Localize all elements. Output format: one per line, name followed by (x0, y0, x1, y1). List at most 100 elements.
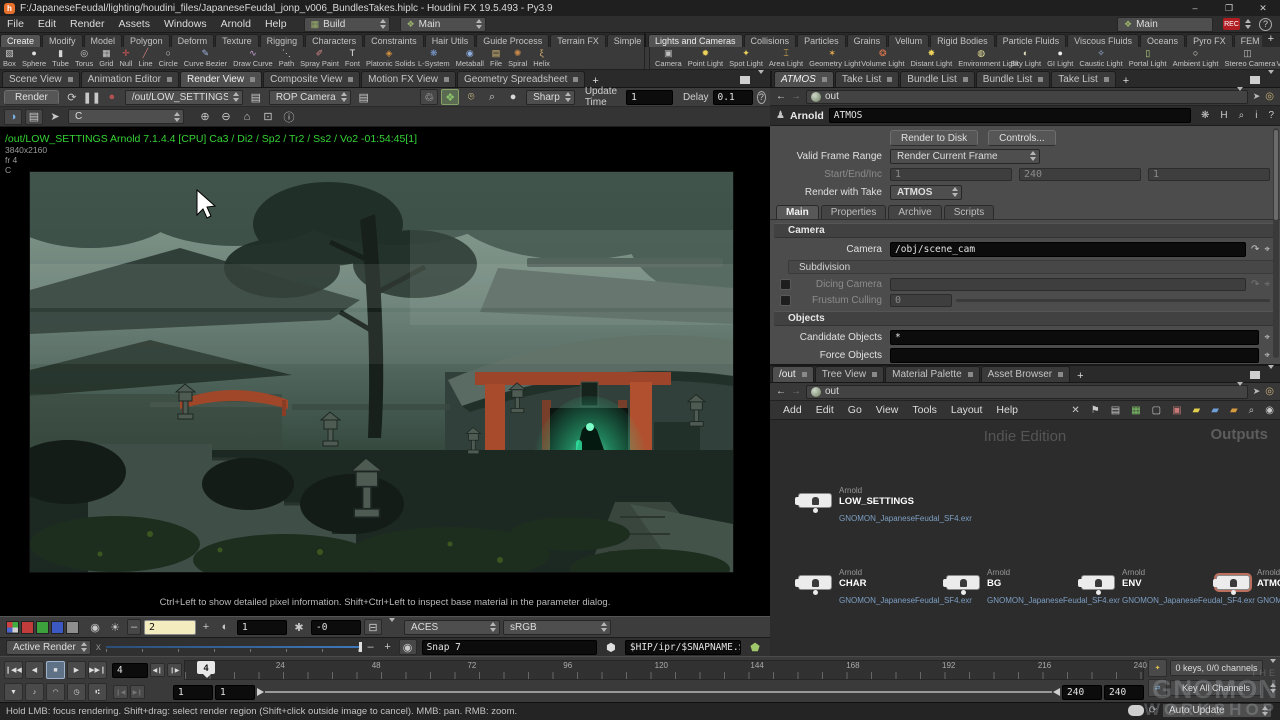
display-mode-icon[interactable]: ◑ (4, 109, 22, 125)
shelf-tab-modify[interactable]: Modify (42, 34, 83, 47)
tool-ambient-light[interactable]: ○ Ambient Light (1170, 47, 1222, 69)
candidate-objects-field[interactable]: * (890, 330, 1259, 345)
net-menu-help[interactable]: Help (989, 404, 1025, 416)
menu-arnold[interactable]: Arnold (214, 18, 258, 30)
shelf-tab-characters[interactable]: Characters (305, 34, 363, 47)
zoom-in-icon[interactable]: ⊕ (196, 109, 214, 125)
network-path-field[interactable]: out (806, 385, 1248, 399)
menu-windows[interactable]: Windows (157, 18, 214, 30)
right-pane-add-tab-button[interactable]: + (1117, 75, 1135, 87)
tool-volume-light[interactable]: ❂ Volume Light (858, 47, 907, 69)
tool-camera[interactable]: ▣ Camera (652, 47, 685, 69)
retime-icon[interactable]: ⇄ (1148, 679, 1167, 697)
render-camera-combo[interactable]: ROP Camera (269, 90, 351, 105)
scheme-spinner[interactable] (1245, 19, 1251, 29)
net-menu-tools[interactable]: Tools (905, 404, 944, 416)
tool-environment-light[interactable]: ◍ Environment Light (955, 47, 1007, 69)
end-field[interactable]: 240 (1019, 168, 1141, 181)
shelf-tab-particle-fluids[interactable]: Particle Fluids (996, 34, 1067, 47)
right-pane-dropdown-icon[interactable] (1264, 74, 1274, 85)
snapshot-path-field[interactable]: $HIP/ipr/$SNAPNAME.$F4.$ (625, 640, 741, 655)
playback-range-slider[interactable] (257, 686, 1060, 698)
tool-spot-light[interactable]: ✦ Spot Light (726, 47, 766, 69)
pane-tab-composite-view[interactable]: Composite View (263, 71, 360, 87)
red-status-icon[interactable]: REC (1223, 18, 1240, 30)
colorbar-dropdown-icon[interactable] (385, 622, 395, 633)
net-tab-out[interactable]: /out (772, 366, 814, 382)
inc-field[interactable]: 1 (1148, 168, 1270, 181)
snapshot-slider[interactable] (106, 642, 360, 652)
rop-jump-icon[interactable]: ▤ (247, 89, 265, 105)
pane-tab-bundle-list-2[interactable]: Bundle List (976, 71, 1050, 87)
param-tab-archive[interactable]: Archive (888, 205, 941, 219)
flag-icon[interactable]: ➤ (46, 109, 64, 125)
start-field[interactable]: 1 (890, 168, 1012, 181)
dicing-camera-checkbox[interactable] (780, 279, 791, 290)
shelf-tab-particles[interactable]: Particles (797, 34, 846, 47)
tool-null[interactable]: ✛ Null (116, 47, 135, 69)
display-channel-combo[interactable]: C (68, 109, 184, 124)
current-frame-field[interactable]: 4 (112, 663, 148, 678)
play-forward-button[interactable]: ▶ (67, 661, 86, 679)
info-icon[interactable]: i (1255, 110, 1257, 121)
pane-tab-take-list[interactable]: Take List (835, 71, 899, 87)
tool-line[interactable]: ╱ Line (135, 47, 155, 69)
tool-curve-bezier[interactable]: ✎ Curve Bezier (181, 47, 230, 69)
camera-jump-to-icon[interactable]: ↷ (1251, 244, 1259, 255)
brightness-icon[interactable]: ☀ (106, 619, 124, 635)
zoom-out-icon[interactable]: ⊖ (217, 109, 235, 125)
force-objects-field[interactable] (890, 348, 1259, 363)
shelf-tab-deform[interactable]: Deform (171, 34, 215, 47)
render-mode-combo[interactable]: Active Render (6, 640, 91, 655)
node-low-settings[interactable]: Arnold LOW_SETTINGS GNOMON_JapaneseFeuda… (798, 484, 968, 528)
channel-rgb-button[interactable] (6, 621, 19, 634)
range-start-subfield[interactable]: 1 (215, 685, 255, 700)
net-list-icon[interactable]: ▤ (1111, 405, 1120, 416)
snapshot-camera-icon[interactable]: ◉ (399, 639, 417, 655)
message-bubble-icon[interactable] (1128, 705, 1144, 716)
shelf-add-tab-button[interactable]: + (1262, 33, 1280, 47)
next-frame-button[interactable]: ❙▶ (167, 663, 182, 677)
snapshot-bag-icon[interactable]: ⬢ (602, 639, 620, 655)
main-scheme-combo[interactable]: ❖ Main (1117, 17, 1213, 32)
pane-tab-render-view[interactable]: Render View (180, 71, 262, 87)
camera-jump-icon[interactable]: ▤ (355, 89, 373, 105)
tool-vr-camera[interactable]: ◨ VR Camera (1274, 47, 1280, 69)
arnold-rop-node-icon[interactable] (798, 575, 832, 590)
net-background-image-icon[interactable]: ▰ (1211, 405, 1219, 416)
keys-status-button[interactable]: 0 keys, 0/0 channels (1170, 660, 1263, 676)
search-icon[interactable]: ⌕ (1239, 110, 1245, 121)
range-end-field[interactable]: 240 (1062, 685, 1102, 700)
network-pane-dropdown-icon[interactable] (1264, 369, 1274, 380)
shelf-tab-viscous-fluids[interactable]: Viscous Fluids (1067, 34, 1139, 47)
pane-tab-geometry-spreadsheet[interactable]: Geometry Spreadsheet (457, 71, 585, 87)
money-bag-icon[interactable]: ⬟ (746, 639, 764, 655)
shelf-tab-rigid-bodies[interactable]: Rigid Bodies (930, 34, 995, 47)
tool-torus[interactable]: ◎ Torus (72, 47, 96, 69)
tool-caustic-light[interactable]: ✧ Caustic Light (1076, 47, 1125, 69)
network-back-icon[interactable]: ← (776, 386, 786, 397)
range-end-subfield[interactable]: 240 (1104, 685, 1144, 700)
channel-blue-button[interactable] (51, 621, 64, 634)
net-thumbnail-icon[interactable]: ▣ (1172, 405, 1181, 416)
arnold-rop-node-icon[interactable] (1081, 575, 1115, 590)
gear-icon[interactable]: ❋ (1201, 110, 1209, 121)
right-pane-menu-icon[interactable] (1250, 76, 1260, 84)
render-image[interactable] (30, 172, 733, 572)
next-key-button[interactable]: ▶❙ (130, 685, 145, 699)
shelf-tab-texture[interactable]: Texture (215, 34, 259, 47)
realtime-icon[interactable]: ◷ (67, 683, 86, 701)
playhead-marker[interactable]: 4 (197, 661, 215, 674)
prev-key-button[interactable]: ❙◀ (113, 685, 128, 699)
net-netbox-icon[interactable]: ▰ (1230, 405, 1238, 416)
arnold-rop-node-icon[interactable] (946, 575, 980, 590)
subdivision-section-header[interactable]: Subdivision (788, 260, 1276, 274)
keys-dropdown-icon[interactable] (1266, 663, 1276, 674)
tool-path[interactable]: ⋱ Path (276, 47, 297, 69)
net-menu-edit[interactable]: Edit (809, 404, 841, 416)
tool-sphere[interactable]: ● Sphere (19, 47, 49, 69)
network-add-tab-button[interactable]: + (1071, 370, 1089, 382)
houdini-badge-icon[interactable]: H (1220, 110, 1227, 121)
minimize-button[interactable]: – (1178, 0, 1212, 16)
network-pane-menu-icon[interactable] (1250, 371, 1260, 379)
